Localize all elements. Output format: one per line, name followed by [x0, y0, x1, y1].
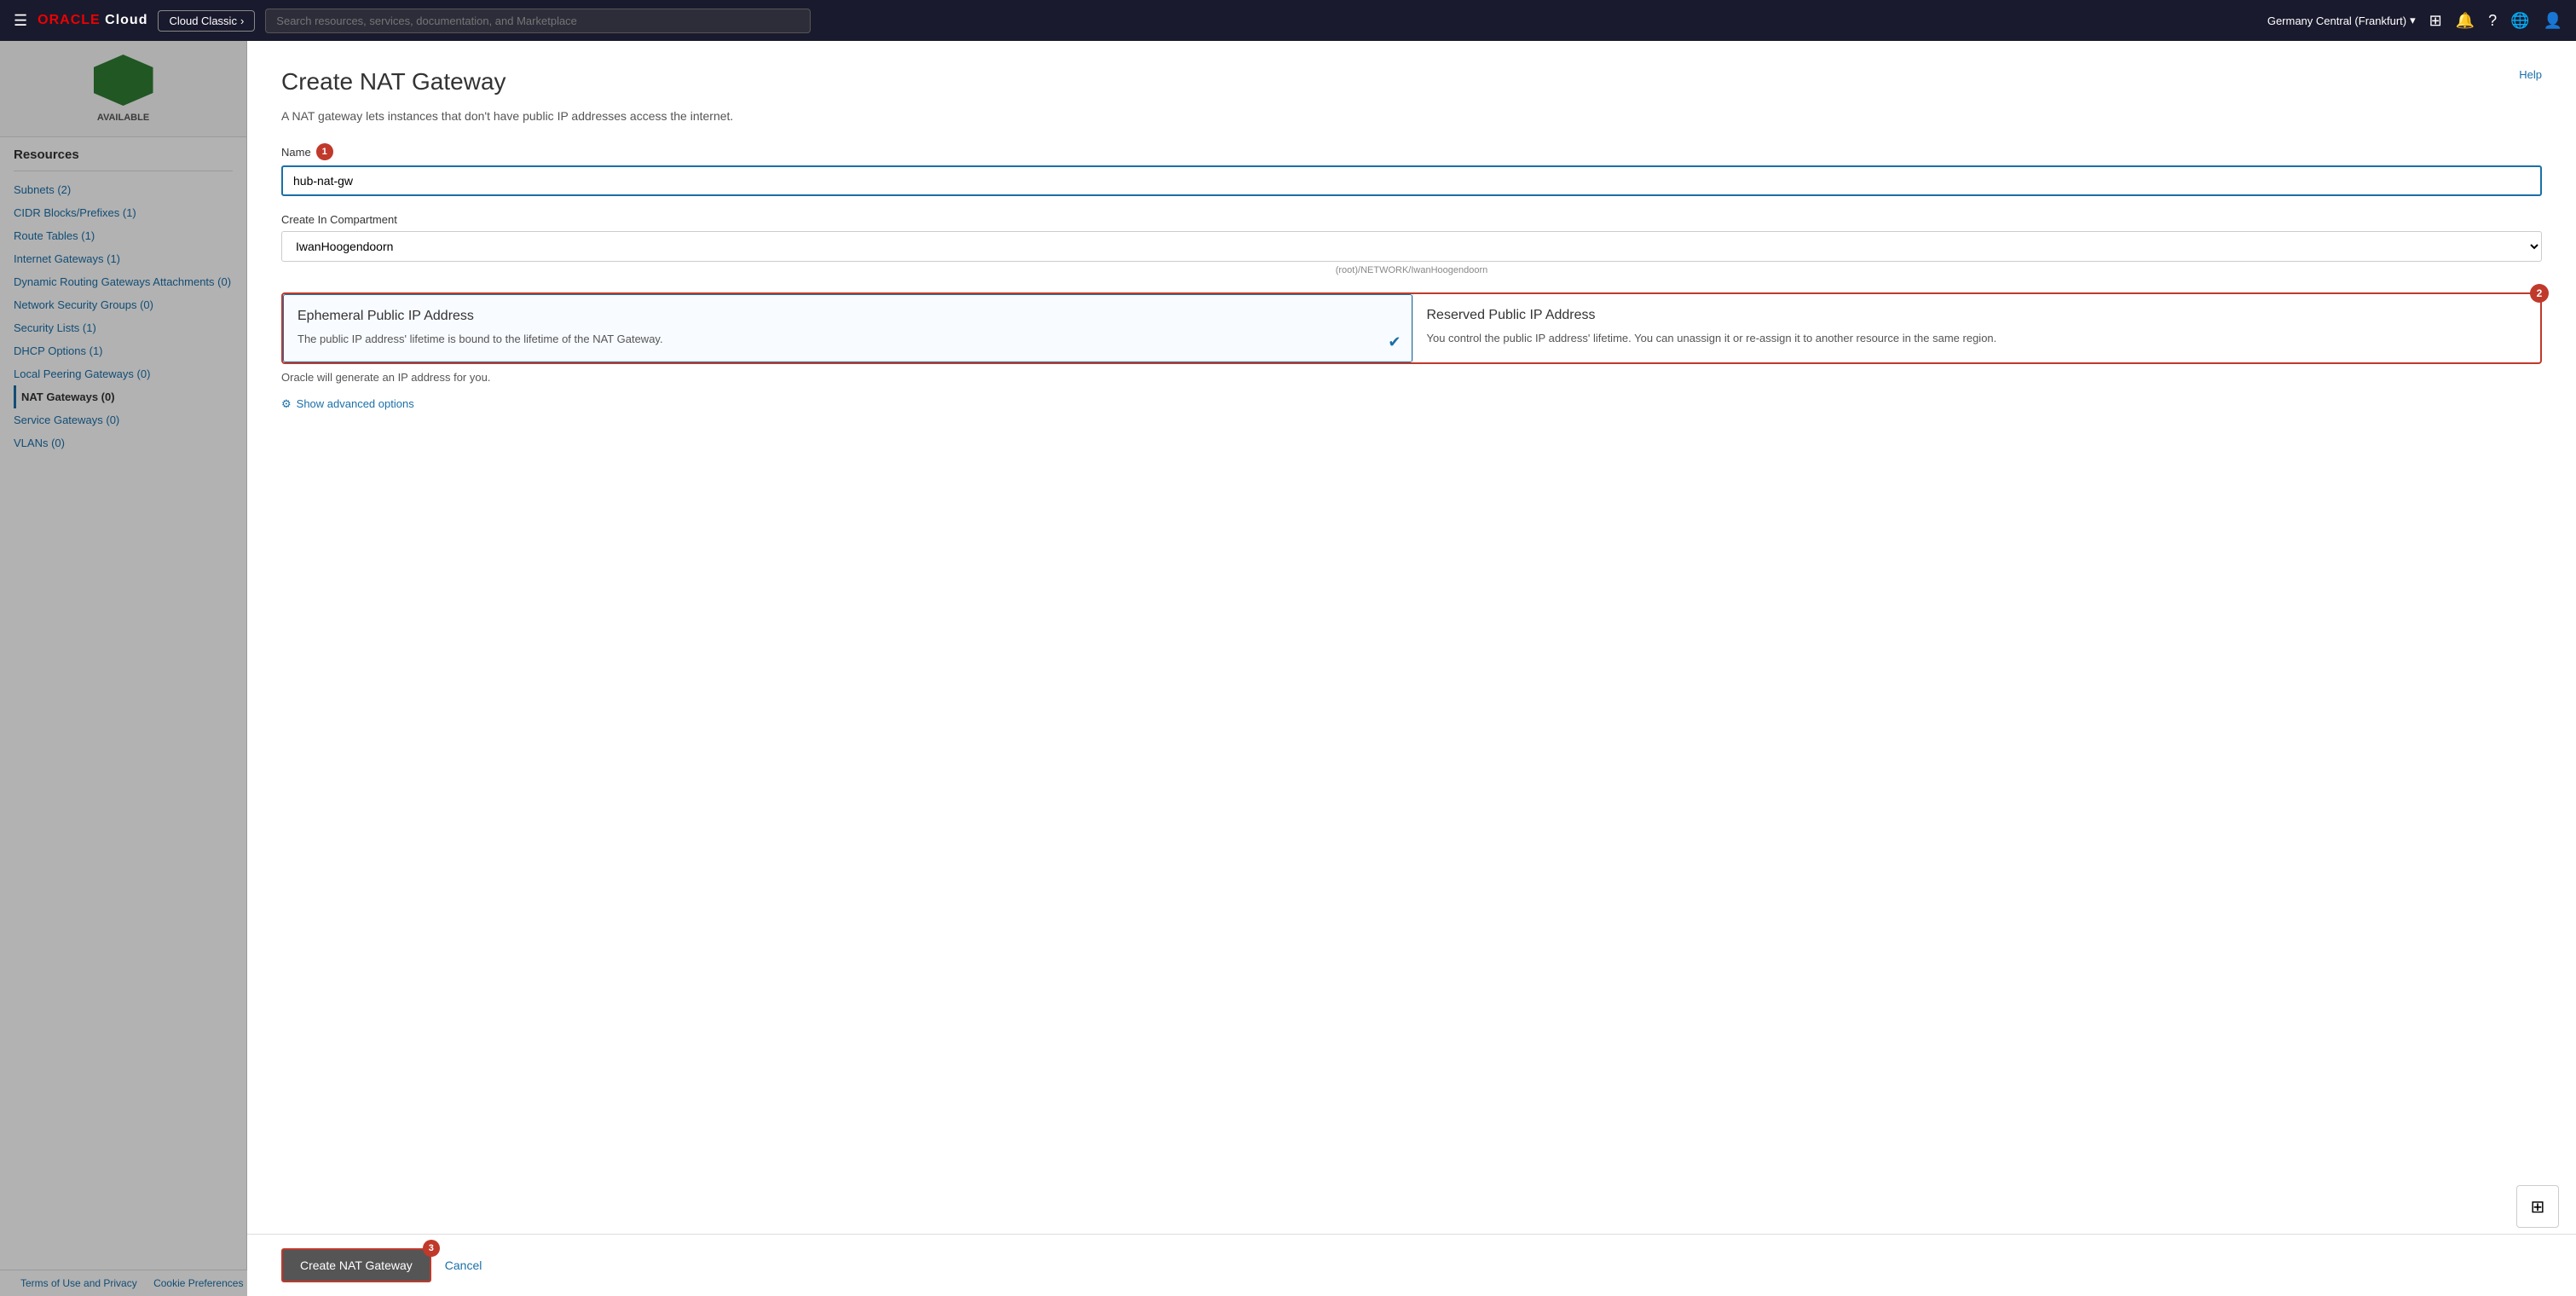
search-input[interactable]	[265, 9, 811, 33]
help-link[interactable]: Help	[2519, 68, 2542, 81]
bell-icon[interactable]: 🔔	[2456, 12, 2475, 30]
reserved-ip-option[interactable]: Reserved Public IP Address You control t…	[1413, 294, 2541, 362]
cancel-button[interactable]: Cancel	[445, 1258, 482, 1272]
region-selector[interactable]: Germany Central (Frankfurt) ▾	[2267, 14, 2416, 27]
ip-options-container: Ephemeral Public IP Address The public I…	[281, 292, 2542, 364]
sliders-icon: ⚙	[281, 397, 292, 411]
name-label: Name 1	[281, 143, 2542, 160]
ephemeral-ip-option[interactable]: Ephemeral Public IP Address The public I…	[283, 294, 1412, 362]
modal-description: A NAT gateway lets instances that don't …	[281, 109, 2542, 123]
ephemeral-ip-title: Ephemeral Public IP Address	[297, 309, 1398, 324]
reserved-ip-title: Reserved Public IP Address	[1427, 308, 2527, 323]
name-form-group: Name 1	[281, 143, 2542, 196]
ephemeral-check-icon: ✔	[1388, 333, 1401, 351]
step-3-badge: 3	[423, 1240, 440, 1257]
hamburger-icon[interactable]: ☰	[14, 12, 27, 30]
ip-options-wrapper: Ephemeral Public IP Address The public I…	[281, 292, 2542, 364]
cloud-classic-button[interactable]: Cloud Classic ›	[158, 10, 255, 32]
region-label: Germany Central (Frankfurt)	[2267, 14, 2406, 27]
step-1-badge: 1	[316, 143, 333, 160]
modal-header: Create NAT Gateway Help	[281, 68, 2542, 95]
ephemeral-ip-desc: The public IP address' lifetime is bound…	[297, 331, 1398, 348]
terminal-icon[interactable]: ⊞	[2429, 12, 2442, 30]
oracle-note: Oracle will generate an IP address for y…	[281, 371, 2542, 384]
compartment-form-group: Create In Compartment IwanHoogendoorn (r…	[281, 213, 2542, 275]
cloud-classic-arrow-icon: ›	[240, 14, 244, 27]
compartment-select-label: Create In Compartment	[281, 213, 2542, 226]
advanced-label: Show advanced options	[297, 397, 414, 410]
nav-right: Germany Central (Frankfurt) ▾ ⊞ 🔔 ? 🌐 👤	[2267, 12, 2562, 30]
help-widget-icon: ⊞	[2531, 1196, 2545, 1218]
footer-step-badge-container: Create NAT Gateway 3	[281, 1248, 431, 1282]
help-circle-icon[interactable]: ?	[2488, 12, 2497, 30]
top-navigation: ☰ ORACLE Cloud Cloud Classic › Germany C…	[0, 0, 2576, 41]
region-caret-icon: ▾	[2410, 14, 2416, 27]
reserved-ip-desc: You control the public IP address' lifet…	[1427, 330, 2527, 347]
step-2-badge: 2	[2530, 284, 2549, 303]
modal-overlay: Create NAT Gateway Help A NAT gateway le…	[0, 41, 2576, 1296]
compartment-path: (root)/NETWORK/IwanHoogendoorn	[281, 265, 2542, 275]
create-nat-gateway-modal: Create NAT Gateway Help A NAT gateway le…	[247, 41, 2576, 1296]
name-input[interactable]	[281, 165, 2542, 196]
cloud-classic-label: Cloud Classic	[169, 14, 236, 27]
modal-title: Create NAT Gateway	[281, 68, 506, 95]
globe-icon[interactable]: 🌐	[2510, 12, 2529, 30]
modal-footer: Create NAT Gateway 3 Cancel	[247, 1234, 2576, 1296]
help-widget[interactable]: ⊞	[2516, 1185, 2559, 1228]
user-avatar-icon[interactable]: 👤	[2544, 12, 2562, 30]
compartment-select[interactable]: IwanHoogendoorn	[281, 231, 2542, 262]
footer-create-nat-gateway-button[interactable]: Create NAT Gateway	[281, 1248, 431, 1282]
oracle-logo: ORACLE Cloud	[38, 13, 147, 28]
show-advanced-options-link[interactable]: ⚙ Show advanced options	[281, 397, 2542, 411]
